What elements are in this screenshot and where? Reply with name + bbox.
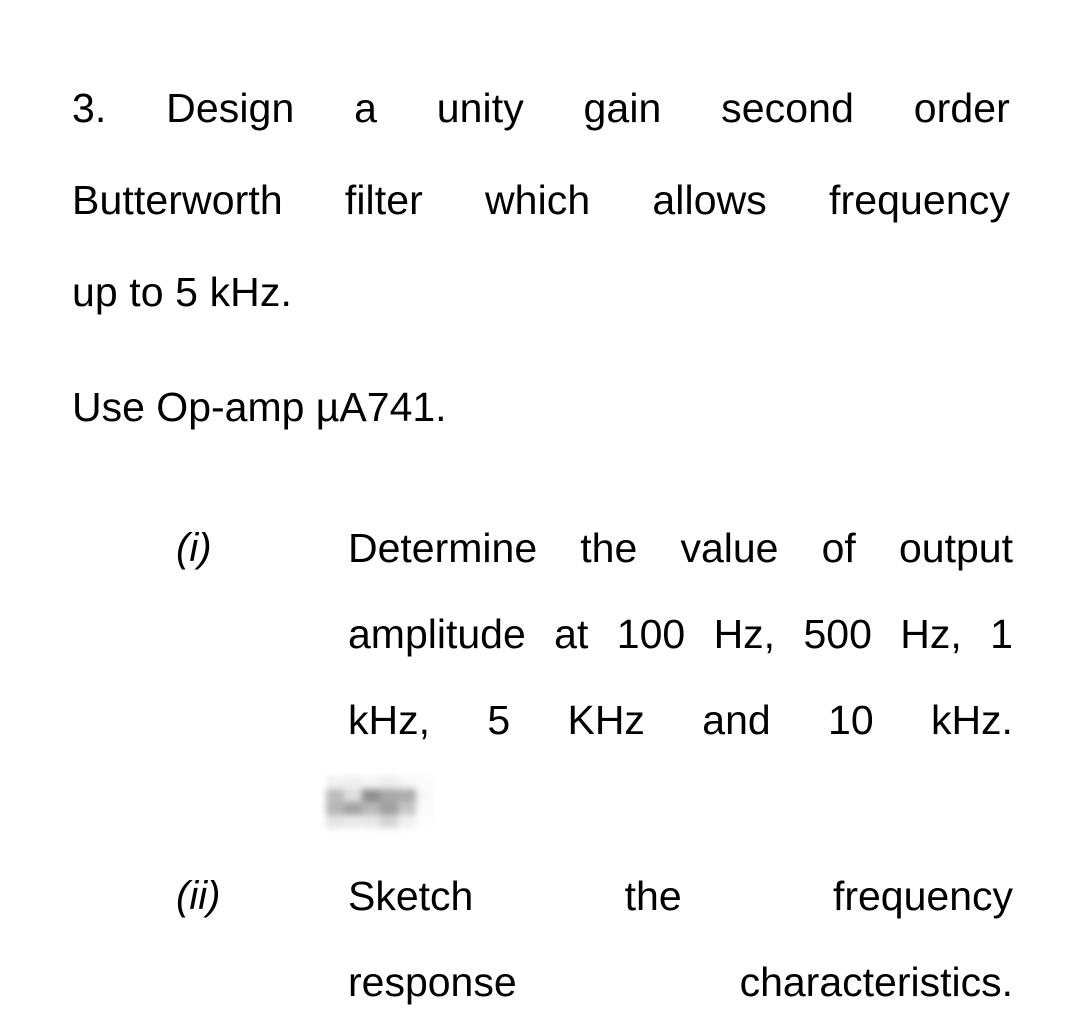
pixel-tile xyxy=(344,789,362,802)
word: the xyxy=(624,873,682,919)
word: the xyxy=(580,525,638,571)
word: KHz xyxy=(567,697,645,743)
word: of xyxy=(821,525,856,571)
subitem-i-marker: (i) xyxy=(176,526,212,570)
word: response xyxy=(348,959,517,1005)
pixel-tile xyxy=(362,815,380,828)
subitem-i-line-2: amplitude at 100 Hz, 500 Hz, 1 xyxy=(348,591,1013,677)
word: and xyxy=(702,697,771,743)
word: kHz, xyxy=(348,697,430,743)
pixel-tile xyxy=(380,789,398,802)
word: 1 xyxy=(990,611,1013,657)
subitem-ii-line-1: Sketch the frequency xyxy=(348,853,1013,939)
stem-word: a xyxy=(354,85,377,131)
pixel-tile xyxy=(344,776,362,789)
pixel-tile xyxy=(344,802,362,815)
pixel-tile xyxy=(326,815,344,828)
stem-word: order xyxy=(913,85,1010,131)
pixel-tile xyxy=(344,815,362,828)
pixel-tile xyxy=(416,776,434,789)
word: at xyxy=(554,611,589,657)
pixel-tile xyxy=(416,789,434,802)
word: characteristics. xyxy=(739,959,1013,1005)
word: 500 xyxy=(803,611,872,657)
stem-line-1: 3. Design a unity gain second order xyxy=(72,62,1010,154)
stem-word: which xyxy=(484,177,591,223)
stem-word: unity xyxy=(436,85,524,131)
word: output xyxy=(898,525,1013,571)
word: kHz. xyxy=(930,697,1013,743)
stem-word: Butterworth xyxy=(72,177,283,223)
word: value xyxy=(680,525,779,571)
pixel-tile xyxy=(362,789,380,802)
stem-word: Design xyxy=(166,85,295,131)
stem-line-2: Butterworth filter which allows frequenc… xyxy=(72,154,1010,246)
question-number: 3. xyxy=(72,85,107,131)
document-page: 3. Design a unity gain second order Butt… xyxy=(0,0,1080,1024)
pixel-tile xyxy=(362,776,380,789)
word: Sketch xyxy=(348,873,474,919)
pixel-tile xyxy=(398,776,416,789)
word: amplitude xyxy=(348,611,526,657)
stem-word: allows xyxy=(652,177,767,223)
pixel-tile xyxy=(398,789,416,802)
pixel-tile xyxy=(416,815,434,828)
subitem-ii-body: Sketch the frequency response characteri… xyxy=(348,853,1013,1025)
word: 10 xyxy=(828,697,874,743)
stem-word: gain xyxy=(583,85,662,131)
question-stem: 3. Design a unity gain second order Butt… xyxy=(72,62,1012,338)
word: Determine xyxy=(348,525,538,571)
pixel-tile xyxy=(380,776,398,789)
pixel-tile xyxy=(380,802,398,815)
subitem-ii-line-2: response characteristics. xyxy=(348,939,1013,1025)
pixel-tile xyxy=(416,802,434,815)
stem-word: filter xyxy=(344,177,423,223)
pixel-tile xyxy=(326,802,344,815)
pixel-tile xyxy=(362,802,380,815)
pixel-tile xyxy=(326,776,344,789)
word: 5 xyxy=(487,697,511,743)
word: Hz, xyxy=(713,611,776,657)
stem-word: second xyxy=(721,85,854,131)
pixel-tile xyxy=(326,789,344,802)
pixel-tile xyxy=(398,815,416,828)
stem-line-3: up to 5 kHz. xyxy=(72,269,292,315)
pixelation-grid xyxy=(326,776,434,828)
subitem-i-line-1: Determine the value of output xyxy=(348,505,1013,591)
subitem-i-body: Determine the value of output amplitude … xyxy=(348,505,1013,763)
subitem-i-line-3: kHz, 5 KHz and 10 kHz. xyxy=(348,677,1013,763)
word: 100 xyxy=(616,611,686,657)
opamp-instruction: Use Op-amp µA741. xyxy=(72,384,447,430)
pixel-tile xyxy=(398,802,416,815)
pixel-tile xyxy=(380,815,398,828)
word: Hz, xyxy=(900,611,962,657)
redacted-text-block xyxy=(326,776,434,828)
word: frequency xyxy=(832,873,1013,919)
stem-word: frequency xyxy=(828,177,1010,223)
subitem-ii-marker: (ii) xyxy=(176,874,221,918)
